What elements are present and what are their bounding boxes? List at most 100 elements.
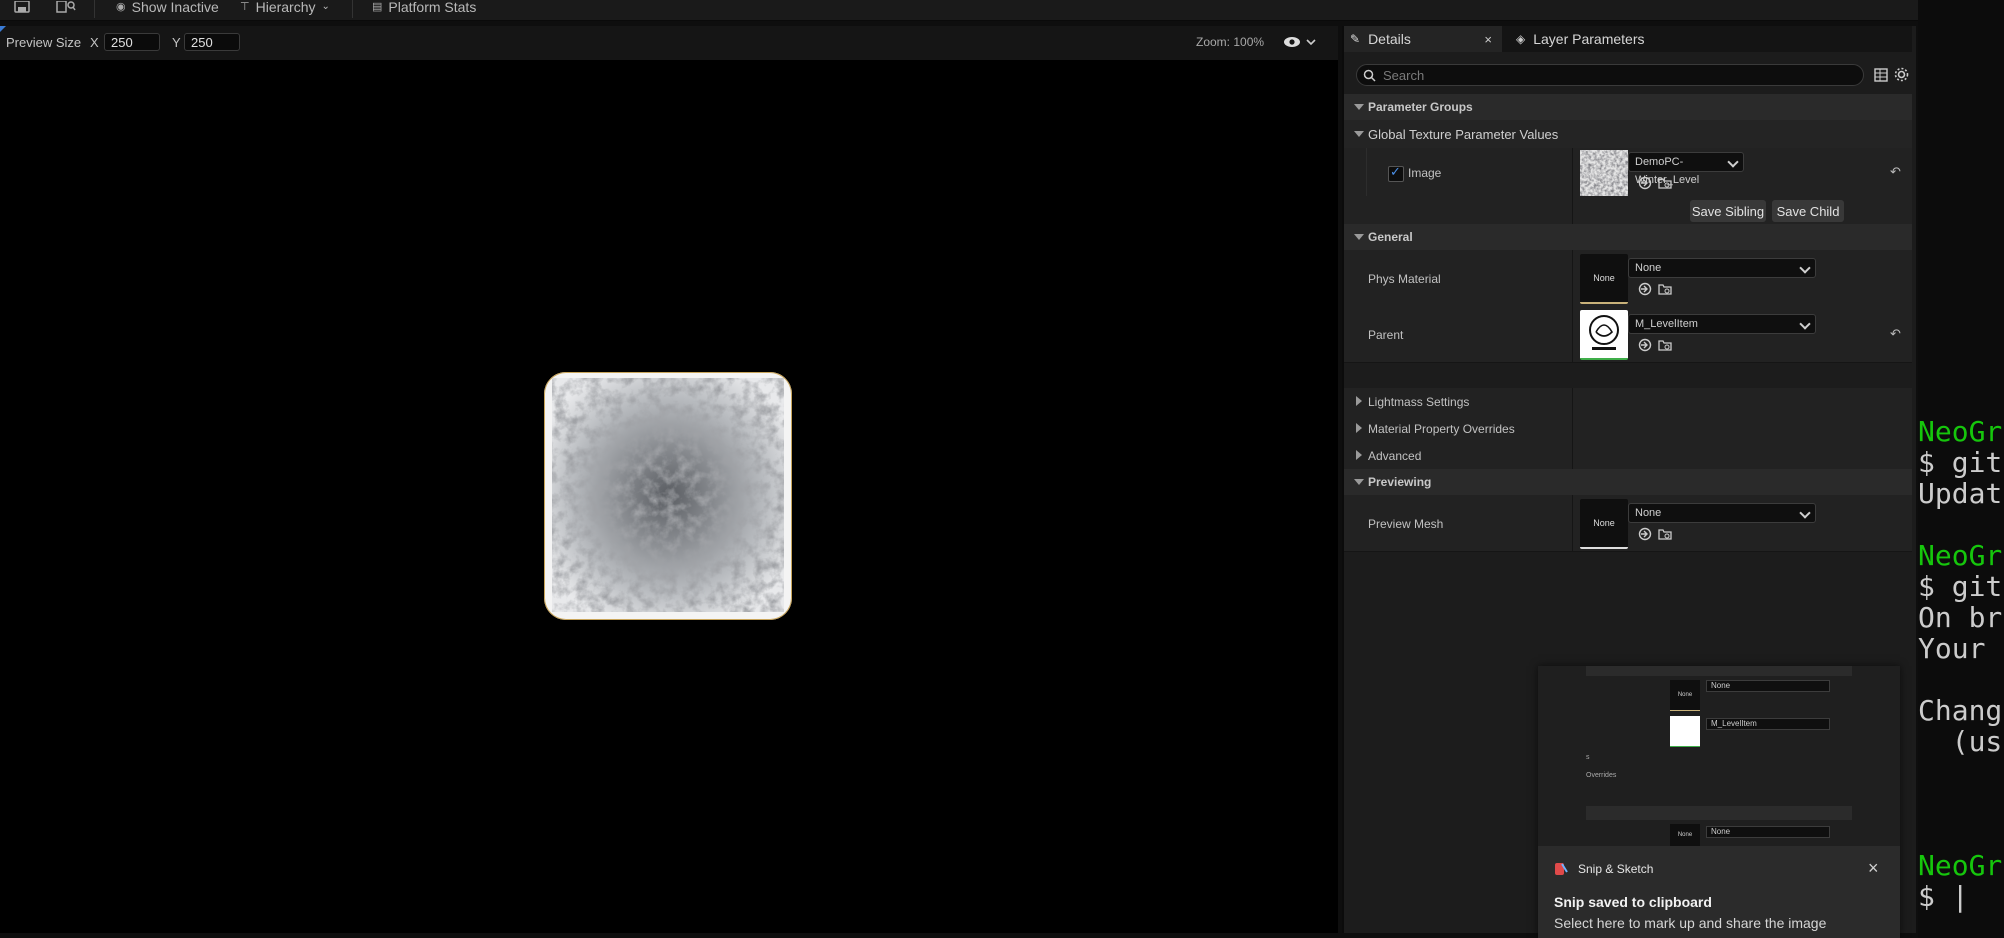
use-selected-icon[interactable] [1638, 282, 1652, 296]
terminal-output: NeoGr $ git Updat NeoGr $ git On br Your… [1918, 416, 2002, 912]
save-sibling-button[interactable]: Save Sibling [1690, 200, 1766, 222]
close-icon[interactable]: × [1484, 32, 1492, 47]
column-divider [1572, 306, 1573, 362]
chevron-down-icon [1354, 479, 1364, 485]
show-inactive-label: Show Inactive [131, 0, 219, 15]
indent-guide [1366, 148, 1367, 196]
search-placeholder: Search [1383, 68, 1425, 83]
view-options-button[interactable] [1282, 34, 1318, 55]
hierarchy-label: Hierarchy [255, 0, 316, 15]
category-parameter-groups[interactable]: Parameter Groups [1344, 94, 1912, 120]
column-divider [1572, 388, 1573, 415]
preview-x-input[interactable]: 250 [104, 33, 160, 51]
preview-mesh-value: None [1635, 507, 1662, 519]
use-selected-icon[interactable] [1638, 527, 1652, 541]
chevron-down-icon [1799, 262, 1811, 274]
image-label: Image [1408, 166, 1442, 180]
hierarchy-button[interactable]: ⊤ Hierarchy ⌄ [240, 0, 330, 14]
use-selected-icon[interactable] [1638, 176, 1652, 190]
layers-icon: ◈ [1516, 32, 1526, 46]
image-parameter-row: ✓ Image DemoPC-Winter_Level ↶ [1344, 148, 1912, 200]
preview-combo-text: M_LevelItem [1711, 719, 1757, 728]
category-previewing[interactable]: Previewing [1344, 469, 1912, 495]
preview-combo-text: None [1711, 681, 1731, 690]
terminal-line: On br [1918, 601, 2003, 634]
terminal-window[interactable]: NeoGr $ git Updat NeoGr $ git On br Your… [1918, 0, 2004, 938]
preview-mesh-row: Preview Mesh None None [1344, 495, 1912, 552]
terminal-line: NeoGr [1918, 415, 2003, 448]
snip-sketch-icon [1554, 862, 1568, 876]
search-icon [1363, 69, 1376, 82]
phys-material-thumbnail[interactable]: None [1580, 254, 1628, 304]
phys-material-value: None [1635, 262, 1662, 274]
logo-icon [1589, 315, 1619, 350]
category-label: General [1368, 230, 1413, 244]
toolbar-divider [352, 0, 353, 18]
preview-text: Overrides [1586, 772, 1617, 779]
material-preview-tile [544, 372, 792, 620]
advanced-row[interactable]: Advanced [1344, 442, 1912, 470]
preview-mesh-combo[interactable]: None [1628, 503, 1816, 523]
parent-combo[interactable]: M_LevelItem [1628, 314, 1816, 334]
image-asset-combo[interactable]: DemoPC-Winter_Level [1628, 152, 1744, 186]
category-general[interactable]: General [1344, 224, 1912, 250]
preview-y-input[interactable]: 250 [184, 33, 240, 51]
terminal-prompt: $ | [1918, 880, 1969, 913]
hierarchy-icon: ⊤ [240, 1, 250, 13]
preview-viewport[interactable] [0, 60, 1338, 933]
browse-folder-icon[interactable] [1658, 282, 1672, 296]
terminal-line: Your [1918, 632, 2003, 665]
advanced-label: Advanced [1368, 449, 1422, 463]
use-selected-icon[interactable] [1638, 338, 1652, 352]
column-divider [1572, 495, 1573, 551]
chevron-down-icon: ⌄ [321, 1, 330, 12]
column-divider [1572, 250, 1573, 306]
checkmark-icon: ✓ [1390, 164, 1401, 179]
preview-thumb: None [1670, 680, 1700, 711]
material-overrides-row[interactable]: Material Property Overrides [1344, 415, 1912, 443]
phys-material-combo[interactable]: None [1628, 258, 1816, 278]
main-toolbar: ◉ Show Inactive ⊤ Hierarchy ⌄ ▤ Platform… [0, 0, 1918, 21]
texture-thumbnail[interactable] [1580, 150, 1628, 200]
chevron-down-icon [1799, 318, 1811, 330]
platform-stats-button[interactable]: ▤ Platform Stats [372, 0, 476, 14]
close-icon[interactable]: × [1868, 858, 1879, 879]
reset-to-default-icon[interactable]: ↶ [1890, 164, 1901, 180]
table-view-icon[interactable] [1874, 68, 1888, 82]
chevron-down-icon [1799, 507, 1811, 519]
phys-material-row: Phys Material None None [1344, 250, 1912, 307]
terminal-line: Updat [1918, 477, 2003, 510]
browse-folder-icon[interactable] [1658, 338, 1672, 352]
chevron-right-icon [1356, 396, 1362, 406]
browse-folder-icon[interactable] [1658, 176, 1672, 190]
save-icon[interactable] [14, 0, 30, 14]
save-buttons-row: Save Sibling Save Child [1344, 196, 1912, 225]
toast-app-name: Snip & Sketch [1578, 862, 1654, 876]
save-child-button[interactable]: Save Child [1772, 200, 1844, 222]
show-inactive-button[interactable]: ◉ Show Inactive [116, 0, 219, 14]
group-global-texture[interactable]: Global Texture Parameter Values [1344, 120, 1912, 149]
tab-details[interactable]: ✎ Details × [1344, 26, 1502, 52]
search-input[interactable]: Search [1356, 64, 1864, 86]
browse-folder-icon[interactable] [1658, 527, 1672, 541]
tab-layer-parameters[interactable]: ◈ Layer Parameters [1510, 26, 1660, 52]
snip-sketch-notification[interactable]: None None M_LevelItem s Overrides None N… [1538, 666, 1900, 938]
lightmass-settings-row[interactable]: Lightmass Settings [1344, 388, 1912, 416]
terminal-line: $ git [1918, 570, 2003, 603]
reset-to-default-icon[interactable]: ↶ [1890, 326, 1901, 342]
parent-thumbnail[interactable] [1580, 310, 1628, 360]
preview-mesh-thumbnail[interactable]: None [1580, 499, 1628, 549]
snip-preview-image: None None M_LevelItem s Overrides None N… [1538, 666, 1900, 846]
column-divider [1572, 196, 1573, 224]
gear-icon[interactable] [1894, 67, 1909, 82]
stats-icon: ▤ [372, 1, 383, 13]
tab-details-label: Details [1368, 31, 1411, 47]
column-divider [1572, 442, 1573, 469]
parent-row: Parent M_LevelItem ↶ [1344, 306, 1912, 363]
x-label: X [90, 35, 99, 50]
texture-thumbnail-image [1580, 150, 1628, 196]
toast-title: Snip saved to clipboard [1554, 894, 1712, 910]
terminal-line: $ git [1918, 446, 2003, 479]
image-checkbox[interactable]: ✓ [1388, 164, 1404, 182]
browse-icon[interactable] [56, 0, 76, 14]
